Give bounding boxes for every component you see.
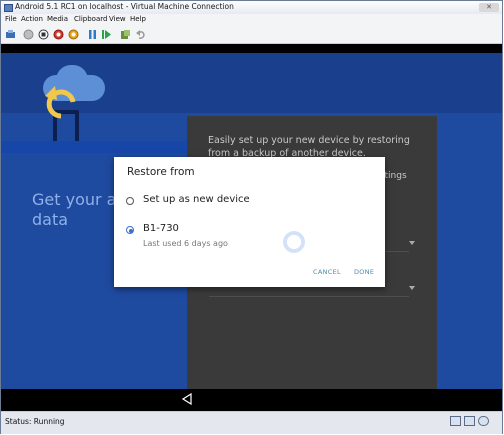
- menu-clipboard[interactable]: Clipboard: [74, 15, 107, 23]
- status-text: Status: Running: [5, 417, 65, 426]
- menu-view[interactable]: View: [109, 15, 126, 23]
- restore-arrow-icon: [45, 86, 76, 119]
- save-icon[interactable]: [68, 29, 79, 40]
- ctrl-alt-del-icon[interactable]: [5, 29, 16, 40]
- restore-from-dialog: Restore from Set up as new device B1-730…: [114, 157, 385, 287]
- keyboard-icon: [450, 416, 461, 426]
- vm-screen[interactable]: Get your ap data Easily set up your new …: [1, 44, 502, 411]
- turn-off-icon[interactable]: [38, 29, 49, 40]
- radio-b1-730[interactable]: [126, 226, 134, 234]
- lock-icon: [478, 416, 489, 426]
- back-icon[interactable]: [181, 393, 193, 405]
- radio-new-device[interactable]: [126, 197, 134, 205]
- option-new-device-label[interactable]: Set up as new device: [143, 194, 250, 205]
- window-title: Android 5.1 RC1 on localhost - Virtual M…: [15, 2, 234, 11]
- menu-bar: File Action Media Clipboard View Help: [1, 14, 502, 26]
- dropdown-arrow-icon: [409, 286, 415, 290]
- dropdown-arrow-icon: [409, 241, 415, 245]
- pause-icon[interactable]: [87, 29, 98, 40]
- menu-file[interactable]: File: [5, 15, 17, 23]
- revert-icon[interactable]: [135, 29, 146, 40]
- reset-icon[interactable]: [101, 29, 112, 40]
- loading-spinner-icon: [283, 231, 305, 253]
- start-icon[interactable]: [23, 29, 34, 40]
- option-b1-730-sublabel: Last used 6 days ago: [143, 239, 228, 248]
- shut-down-icon[interactable]: [53, 29, 64, 40]
- mouse-icon: [464, 416, 475, 426]
- snapshot-icon[interactable]: [120, 29, 131, 40]
- radio-selected-dot: [129, 229, 133, 233]
- close-window-button[interactable]: ✕: [479, 3, 499, 12]
- option-b1-730-label[interactable]: B1-730: [143, 223, 179, 234]
- dialog-title: Restore from: [127, 166, 195, 178]
- menu-help[interactable]: Help: [130, 15, 146, 23]
- menu-media[interactable]: Media: [47, 15, 68, 23]
- title-bar: Android 5.1 RC1 on localhost - Virtual M…: [1, 1, 502, 14]
- background-headline: Get your ap data: [32, 190, 127, 229]
- done-button[interactable]: DONE: [354, 268, 374, 276]
- menu-action[interactable]: Action: [21, 15, 43, 23]
- vm-app-icon: [4, 4, 13, 12]
- header-strip: [1, 141, 187, 153]
- status-bar: Status: Running: [1, 411, 502, 434]
- cancel-button[interactable]: CANCEL: [313, 268, 341, 276]
- android-nav-bar: [1, 389, 502, 411]
- toolbar: [1, 26, 502, 44]
- divider: [209, 296, 409, 297]
